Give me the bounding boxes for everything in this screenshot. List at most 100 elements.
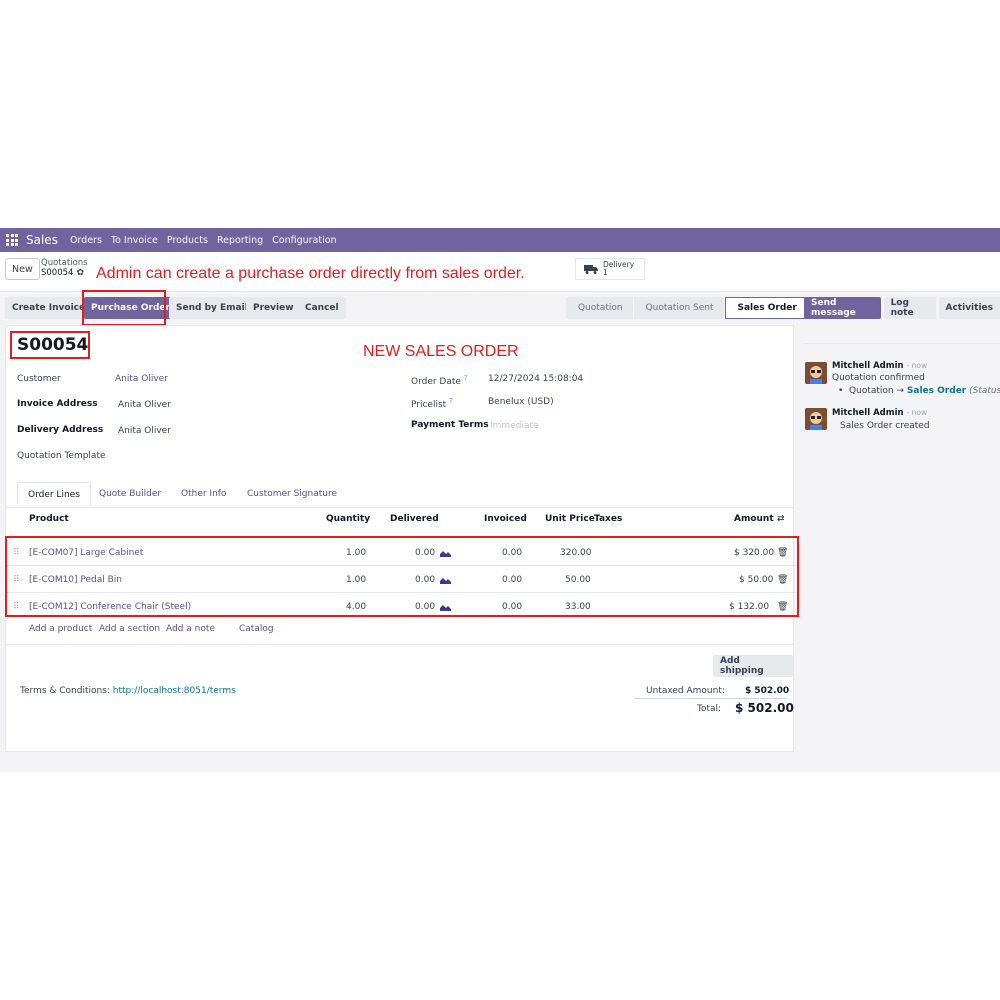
new-button[interactable]: New xyxy=(5,258,40,280)
pricelist-field[interactable]: Benelux (USD) xyxy=(488,397,554,407)
optional-columns-icon[interactable]: ⇄ xyxy=(777,514,785,524)
line-invoiced[interactable]: 0.00 xyxy=(502,602,522,612)
line-product[interactable]: [E-COM10] Pedal Bin xyxy=(29,575,122,585)
tab-customer-signature[interactable]: Customer Signature xyxy=(247,489,337,499)
nav-brand[interactable]: Sales xyxy=(26,233,58,247)
terms-label: Terms & Conditions: xyxy=(20,686,110,696)
table-row[interactable]: ⠿ [E-COM12] Conference Chair (Steel) 4.0… xyxy=(7,594,797,620)
drag-handle-icon[interactable]: ⠿ xyxy=(13,602,20,612)
add-shipping-button[interactable]: Add shipping xyxy=(713,655,793,677)
nav-item-configuration[interactable]: Configuration xyxy=(272,235,336,246)
delivery-address-field[interactable]: Anita Oliver xyxy=(118,426,171,436)
col-header-amount[interactable]: Amount xyxy=(734,514,774,524)
line-invoiced[interactable]: 0.00 xyxy=(502,548,522,558)
tracking-arrow-icon: → xyxy=(896,386,905,396)
add-note-link[interactable]: Add a note xyxy=(166,624,215,634)
col-header-taxes[interactable]: Taxes xyxy=(594,514,622,524)
delivery-smart-text: Delivery 1 xyxy=(603,261,634,277)
add-product-link[interactable]: Add a product xyxy=(29,624,92,634)
breadcrumb: Quotations S00054 ✿ xyxy=(41,258,88,278)
table-row[interactable]: ⠿ [E-COM10] Pedal Bin 1.00 0.00 0.00 50.… xyxy=(7,567,797,593)
terms-link[interactable]: http://localhost:8051/terms xyxy=(113,686,236,696)
tab-quote-builder[interactable]: Quote Builder xyxy=(99,489,161,499)
odoo-app: Sales Orders To Invoice Products Reporti… xyxy=(0,228,1000,772)
log-note-button[interactable]: Log note xyxy=(883,297,936,319)
line-product[interactable]: [E-COM07] Large Cabinet xyxy=(29,548,143,558)
message-time: - now xyxy=(906,361,928,370)
breadcrumb-parent[interactable]: Quotations xyxy=(41,258,88,268)
trash-icon[interactable]: 🗑 xyxy=(777,575,788,585)
action-bar: Create Invoice Purchase Order Send by Em… xyxy=(0,290,1000,326)
pricelist-label-text: Pricelist xyxy=(411,400,447,410)
send-by-email-button[interactable]: Send by Email xyxy=(169,297,255,319)
trash-icon[interactable]: 🗑 xyxy=(777,548,788,558)
table-row[interactable]: ⠿ [E-COM07] Large Cabinet 1.00 0.00 0.00… xyxy=(7,540,797,566)
forecast-chart-icon[interactable] xyxy=(440,604,451,611)
message-author[interactable]: Mitchell Admin - now xyxy=(832,408,927,418)
customer-field[interactable]: Anita Oliver xyxy=(115,374,168,384)
nav-item-products[interactable]: Products xyxy=(167,235,208,246)
activities-button[interactable]: Activities xyxy=(938,297,1000,319)
help-icon[interactable]: ? xyxy=(449,397,453,405)
line-delivered[interactable]: 0.00 xyxy=(415,575,435,585)
quotation-template-label: Quotation Template xyxy=(17,451,106,461)
create-invoice-button[interactable]: Create Invoice xyxy=(5,297,93,319)
preview-button[interactable]: Preview xyxy=(246,297,301,319)
line-delivered[interactable]: 0.00 xyxy=(415,602,435,612)
col-header-unit-price[interactable]: Unit Price xyxy=(545,514,595,524)
line-unit-price[interactable]: 33.00 xyxy=(565,602,591,612)
col-header-invoiced[interactable]: Invoiced xyxy=(484,514,527,524)
nav-item-to-invoice[interactable]: To Invoice xyxy=(111,235,158,246)
order-date-field[interactable]: 12/27/2024 15:08:04 xyxy=(488,374,583,384)
payment-terms-field[interactable]: Immediate xyxy=(490,421,539,431)
payment-terms-label: Payment Terms xyxy=(411,420,489,430)
line-product[interactable]: [E-COM12] Conference Chair (Steel) xyxy=(29,602,191,612)
line-quantity[interactable]: 1.00 xyxy=(346,548,366,558)
form-sheet: S00054 NEW SALES ORDER Customer Anita Ol… xyxy=(5,325,799,752)
top-navbar: Sales Orders To Invoice Products Reporti… xyxy=(0,228,1000,252)
line-quantity[interactable]: 1.00 xyxy=(346,575,366,585)
message-author-name: Mitchell Admin xyxy=(832,361,904,371)
status-sales-order[interactable]: Sales Order xyxy=(724,297,808,319)
tracking-from: Quotation xyxy=(849,386,894,396)
line-invoiced[interactable]: 0.00 xyxy=(502,575,522,585)
untaxed-amount-value: $ 502.00 xyxy=(745,686,790,696)
purchase-order-highlight xyxy=(82,290,166,326)
col-header-product[interactable]: Product xyxy=(29,514,69,524)
drag-handle-icon[interactable]: ⠿ xyxy=(13,548,20,558)
help-icon[interactable]: ? xyxy=(464,374,468,382)
status-quotation-sent[interactable]: Quotation Sent xyxy=(633,297,724,319)
notebook-tabs: Order Lines Quote Builder Other Info Cus… xyxy=(6,482,793,508)
cancel-button[interactable]: Cancel xyxy=(298,297,346,319)
delivery-smart-button[interactable]: Delivery 1 xyxy=(575,258,645,280)
untaxed-amount-label: Untaxed Amount: xyxy=(646,686,725,696)
tab-order-lines[interactable]: Order Lines xyxy=(17,482,91,506)
forecast-chart-icon[interactable] xyxy=(440,550,451,557)
message-author-name: Mitchell Admin xyxy=(832,408,904,418)
drag-handle-icon[interactable]: ⠿ xyxy=(13,575,20,585)
message-tracking: • Quotation → Sales Order (Status) xyxy=(838,386,1000,396)
apps-menu-icon[interactable] xyxy=(6,234,18,246)
status-quotation[interactable]: Quotation xyxy=(566,297,633,319)
divider xyxy=(6,644,793,645)
invoice-address-field[interactable]: Anita Oliver xyxy=(118,400,171,410)
nav-item-reporting[interactable]: Reporting xyxy=(217,235,263,246)
nav-item-orders[interactable]: Orders xyxy=(70,235,102,246)
tracking-field: (Status) xyxy=(969,386,1000,396)
trash-icon[interactable]: 🗑 xyxy=(777,602,788,612)
col-header-quantity[interactable]: Quantity xyxy=(326,514,370,524)
line-unit-price[interactable]: 320.00 xyxy=(560,548,592,558)
catalog-link[interactable]: Catalog xyxy=(239,624,274,634)
line-quantity[interactable]: 4.00 xyxy=(346,602,366,612)
forecast-chart-icon[interactable] xyxy=(440,577,451,584)
line-unit-price[interactable]: 50.00 xyxy=(565,575,591,585)
line-delivered[interactable]: 0.00 xyxy=(415,548,435,558)
send-message-button[interactable]: Send message xyxy=(804,297,881,319)
message-author[interactable]: Mitchell Admin - now xyxy=(832,361,927,371)
message-body: Sales Order created xyxy=(840,421,930,431)
tab-other-info[interactable]: Other Info xyxy=(181,489,226,499)
customer-label: Customer xyxy=(17,374,61,384)
col-header-delivered[interactable]: Delivered xyxy=(390,514,439,524)
add-section-link[interactable]: Add a section xyxy=(99,624,160,634)
gear-icon[interactable]: ✿ xyxy=(76,268,84,278)
